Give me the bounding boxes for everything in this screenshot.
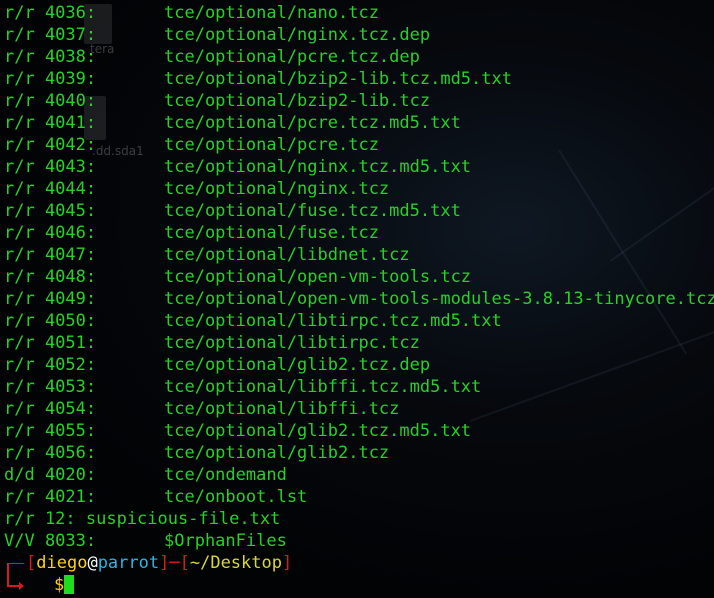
entry-id: r/r 4042: [4, 135, 97, 155]
entry-id: r/r 4053: [4, 377, 97, 397]
output-line: r/r 12: suspicious-file.txt [4, 508, 714, 530]
entry-path: tce/ondemand [164, 465, 287, 485]
output-line: r/r 4042: tce/optional/pcre.tcz [4, 134, 714, 156]
entry-path: tce/optional/open-vm-tools.tcz [164, 267, 472, 287]
output-line: r/r 4040: tce/optional/bzip2-lib.tcz [4, 90, 714, 112]
entry-id: r/r 4054: [4, 399, 97, 419]
output-line: r/r 4021: tce/onboot.lst [4, 486, 714, 508]
prompt-at: @ [87, 553, 98, 573]
entry-id: r/r 4043: [4, 157, 97, 177]
output-line: r/r 4038: tce/optional/pcre.tcz.dep [4, 46, 714, 68]
entry-path: tce/optional/glib2.tcz.dep [164, 355, 431, 375]
output-line: r/r 4039: tce/optional/bzip2-lib.tcz.md5.… [4, 68, 714, 90]
entry-path: tce/optional/nginx.tcz.md5.txt [164, 157, 472, 177]
terminal-window[interactable]: tera .dd.sda1 r/r 4036: tce/optional/nano… [0, 0, 714, 598]
prompt-bracket: [ [179, 553, 190, 573]
entry-path: tce/optional/open-vm-tools-modules-3.8.1… [164, 289, 714, 309]
prompt-separator: ─ [169, 553, 180, 573]
output-line: r/r 4053: tce/optional/libffi.tcz.md5.txt [4, 376, 714, 398]
prompt-host: parrot [97, 553, 160, 573]
prompt-input-line[interactable]: $ [4, 574, 714, 596]
entry-id: V/V 8033: [4, 531, 97, 551]
entry-path: tce/optional/nginx.tcz.dep [164, 25, 431, 45]
prompt-user: diego [36, 553, 88, 573]
output-line: V/V 8033: $OrphanFiles [4, 530, 714, 552]
output-line: r/r 4054: tce/optional/libffi.tcz [4, 398, 714, 420]
entry-path: $OrphanFiles [164, 531, 287, 551]
entry-id: r/r 4052: [4, 355, 97, 375]
entry-path: tce/optional/pcre.tcz.dep [164, 47, 420, 67]
output-line: r/r 4051: tce/optional/libtirpc.tcz [4, 332, 714, 354]
terminal-output: r/r 4036: tce/optional/nano.tcz r/r 4037: t… [4, 2, 714, 596]
entry-id: r/r 4039: [4, 69, 97, 89]
entry-id: r/r 4021: [4, 487, 97, 507]
entry-id: r/r 4046: [4, 223, 97, 243]
entry-id: r/r 4049: [4, 289, 97, 309]
entry-id: r/r 4044: [4, 179, 97, 199]
output-line: r/r 4044: tce/optional/nginx.tcz [4, 178, 714, 200]
text-cursor[interactable] [64, 575, 75, 594]
prompt-symbol: $ [54, 575, 65, 595]
entry-path: tce/optional/bzip2-lib.tcz [164, 91, 431, 111]
entry-path: tce/optional/glib2.tcz [164, 443, 390, 463]
entry-path: tce/optional/pcre.tcz [164, 135, 379, 155]
entry-id: r/r 4041: [4, 113, 97, 133]
output-line: r/r 4052: tce/optional/glib2.tcz.dep [4, 354, 714, 376]
prompt-bracket: ] [281, 553, 293, 573]
entry-id: r/r 4055: [4, 421, 97, 441]
output-line: r/r 4043: tce/optional/nginx.tcz.md5.txt [4, 156, 714, 178]
entry-path: tce/optional/libffi.tcz.md5.txt [164, 377, 482, 397]
entry-path: tce/optional/libdnet.tcz [164, 245, 410, 265]
entry-id: r/r 4047: [4, 245, 97, 265]
entry-id: r/r 4036: [4, 3, 97, 23]
entry-path: tce/optional/glib2.tcz.md5.txt [164, 421, 472, 441]
entry-id: r/r 4051: [4, 333, 97, 353]
entry-id: r/r 4037: [4, 25, 97, 45]
output-line: r/r 4050: tce/optional/libtirpc.tcz.md5.t… [4, 310, 714, 332]
suspicious-entry: r/r 12: suspicious-file.txt [4, 509, 281, 529]
entry-path: tce/optional/nginx.tcz [164, 179, 390, 199]
entry-id: r/r 4040: [4, 91, 97, 111]
entry-id: r/r 4050: [4, 311, 97, 331]
entry-id: r/r 4045: [4, 201, 97, 221]
prompt-cwd: ~/Desktop [189, 553, 282, 573]
entry-id: r/r 4056: [4, 443, 97, 463]
entry-path: tce/optional/libtirpc.tcz.md5.txt [164, 311, 502, 331]
output-line: r/r 4041: tce/optional/pcre.tcz.md5.txt [4, 112, 714, 134]
entry-path: tce/optional/libffi.tcz [164, 399, 400, 419]
prompt-header: [diego@parrot]─[~/Desktop] [4, 552, 714, 590]
entry-id: r/r 4048: [4, 267, 97, 287]
prompt-bracket: ] [159, 553, 170, 573]
entry-id: d/d 4020: [4, 465, 97, 485]
output-line: r/r 4048: tce/optional/open-vm-tools.tcz [4, 266, 714, 288]
output-line: r/r 4047: tce/optional/libdnet.tcz [4, 244, 714, 266]
entry-path: tce/optional/fuse.tcz [164, 223, 379, 243]
output-line: r/r 4055: tce/optional/glib2.tcz.md5.txt [4, 420, 714, 442]
output-line: r/r 4056: tce/optional/glib2.tcz [4, 442, 714, 464]
output-line: r/r 4046: tce/optional/fuse.tcz [4, 222, 714, 244]
entry-path: tce/optional/nano.tcz [164, 3, 379, 23]
entry-id: r/r 4038: [4, 47, 97, 67]
entry-path: tce/optional/bzip2-lib.tcz.md5.txt [164, 69, 512, 89]
output-line: r/r 4049: tce/optional/open-vm-tools-modu… [4, 288, 714, 310]
entry-path: tce/optional/pcre.tcz.md5.txt [164, 113, 461, 133]
entry-path: tce/optional/fuse.tcz.md5.txt [164, 201, 461, 221]
output-line: r/r 4036: tce/optional/nano.tcz [4, 2, 714, 24]
output-line: r/r 4037: tce/optional/nginx.tcz.dep [4, 24, 714, 46]
output-line: d/d 4020: tce/ondemand [4, 464, 714, 486]
output-line: r/r 4045: tce/optional/fuse.tcz.md5.txt [4, 200, 714, 222]
entry-path: tce/optional/libtirpc.tcz [164, 333, 420, 353]
prompt-corner-icon [7, 563, 24, 590]
entry-path: tce/onboot.lst [164, 487, 308, 507]
